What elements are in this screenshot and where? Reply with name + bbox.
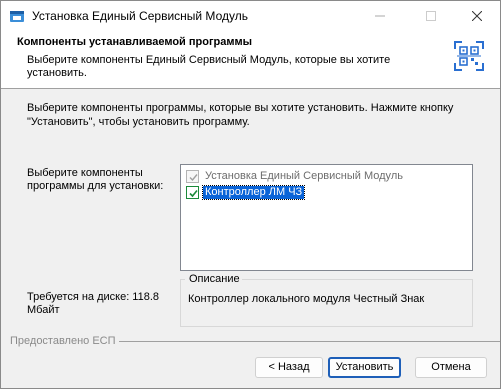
- title-bar[interactable]: Установка Единый Сервисный Модуль: [1, 1, 500, 31]
- qr-scan-logo-icon: [454, 41, 484, 71]
- header-subtitle: Выберите компоненты Единый Сервисный Мод…: [27, 54, 391, 79]
- component-checkbox-main: [186, 170, 199, 183]
- installer-window: Установка Единый Сервисный Модуль Компон…: [0, 0, 501, 389]
- component-item-controller[interactable]: Контроллер ЛМ ЧЗ: [186, 185, 306, 200]
- description-text: Контроллер локального модуля Честный Зна…: [188, 293, 425, 305]
- cancel-button[interactable]: Отмена: [415, 357, 487, 378]
- component-label-main: Установка Единый Сервисный Модуль: [205, 170, 403, 182]
- description-border-right: [241, 279, 473, 280]
- footer-divider: [119, 341, 500, 342]
- back-button[interactable]: < Назад: [255, 357, 323, 378]
- header-title: Компоненты устанавливаемой программы: [17, 36, 253, 48]
- description-border-left: [180, 279, 185, 280]
- checkmark-icon: [189, 189, 198, 198]
- wizard-header: Компоненты устанавливаемой программы Выб…: [1, 31, 500, 89]
- maximize-button[interactable]: [408, 1, 454, 31]
- close-button[interactable]: [454, 1, 500, 31]
- component-checkbox-controller[interactable]: [186, 186, 199, 199]
- component-item-main: Установка Единый Сервисный Модуль: [186, 169, 405, 184]
- description-legend: Описание: [187, 273, 242, 285]
- component-label-controller[interactable]: Контроллер ЛМ ЧЗ: [201, 185, 306, 200]
- installer-app-icon: [9, 8, 25, 24]
- minimize-button[interactable]: [357, 1, 403, 31]
- disk-space-required: Требуется на диске: 118.8 Мбайт: [27, 291, 160, 316]
- checkmark-icon: [189, 174, 198, 182]
- window-title: Установка Единый Сервисный Модуль: [32, 9, 248, 23]
- components-label: Выберите компоненты программы для устано…: [27, 167, 164, 192]
- intro-text: Выберите компоненты программы, которые в…: [27, 102, 454, 128]
- install-button[interactable]: Установить: [328, 357, 401, 378]
- components-tree[interactable]: Установка Единый Сервисный Модуль Контро…: [180, 164, 473, 271]
- close-icon: [472, 11, 482, 21]
- provided-by-label: Предоставлено ЕСП: [10, 335, 116, 347]
